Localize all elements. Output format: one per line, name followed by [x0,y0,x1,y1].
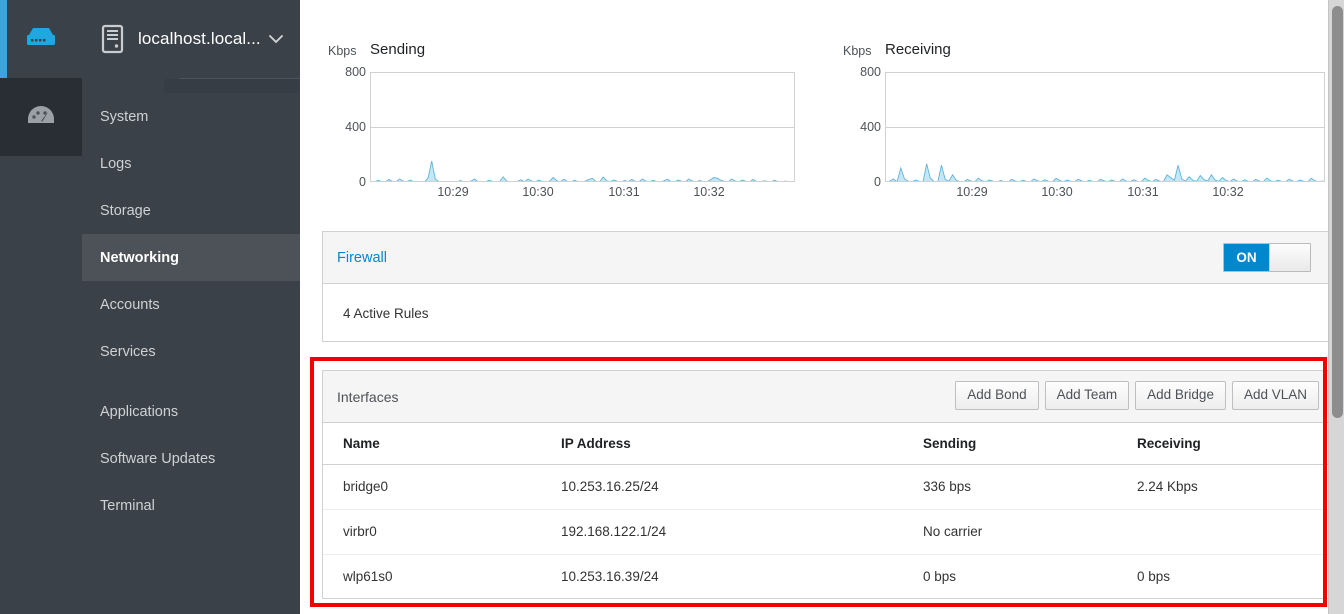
interfaces-panel-header: Interfaces Add Bond Add Team Add Bridge Add… [323,371,1331,423]
firewall-active-rules: 4 Active Rules [343,305,429,321]
cell-receiving: 2.24 Kbps [1117,464,1331,510]
table-row[interactable]: wlp61s0 10.253.16.39/24 0 bps 0 bps [323,555,1331,600]
sidebar-item-storage[interactable]: Storage [82,187,300,234]
add-team-button[interactable]: Add Team [1044,381,1130,411]
server-storage-icon [23,26,59,53]
ytick-0: 0 [874,175,881,189]
xtick-3: 10:32 [693,185,725,199]
sidebar-item-software-updates[interactable]: Software Updates [82,435,300,482]
cell-name: wlp61s0 [343,569,393,584]
sidebar-item-label: Networking [100,249,179,266]
cell-name: bridge0 [323,464,541,510]
firewall-panel: Firewall ON 4 Active Rules [322,231,1332,342]
sidebar: localhost.local... System Logs Storage Netw… [82,0,382,614]
interfaces-table: Name IP Address Sending Receiving bridge… [323,423,1331,599]
cell-ip: 192.168.122.1/24 [541,509,903,555]
ytick-400: 400 [345,120,366,134]
xtick-0: 10:29 [956,185,988,199]
xtick-3: 10:32 [1212,185,1244,199]
cell-sending: 0 bps [923,569,957,584]
interfaces-actions: Add Bond Add Team Add Bridge Add VLAN [955,381,1319,411]
chart-receiving-title: Receiving [885,41,951,58]
host-name-label: localhost.local... [138,29,261,48]
host-selector[interactable]: localhost.local... [82,0,300,78]
cell-sending: 336 bps [903,464,1117,510]
sidebar-item-system[interactable]: System [82,93,300,140]
cell-sending: No carrier [903,509,1117,555]
sidebar-item-logs[interactable]: Logs [82,140,300,187]
firewall-toggle-knob [1269,244,1310,271]
sidebar-item-networking[interactable]: Networking [82,234,300,281]
xtick-2: 10:31 [608,185,640,199]
firewall-link[interactable]: Firewall [337,250,387,266]
chart-sending: Kbps Sending 800 400 0 10:29 10:30 10:31… [322,32,817,212]
app-root: localhost.local... System Logs Storage Netw… [0,0,1344,614]
interfaces-title: Interfaces [337,388,399,405]
sidebar-item-label: Storage [100,202,151,219]
sidebar-item-label: Logs [100,155,132,172]
ytick-400: 400 [860,120,881,134]
chart-sending-sparkline [375,160,788,181]
network-charts: Kbps Sending 800 400 0 10:29 10:30 10:31… [322,32,1332,212]
scrollbar-thumb[interactable] [1332,6,1343,418]
brand-logo-button[interactable] [0,0,82,78]
dashboard-gauge-icon [25,103,57,132]
cell-ip: 10.253.16.39/24 [561,569,659,584]
chart-receiving-yaxis: 800 400 0 [837,32,881,192]
cell-receiving: 0 bps [1137,569,1171,584]
cell-receiving [1117,509,1331,555]
xtick-1: 10:30 [522,185,554,199]
firewall-toggle-on-label: ON [1224,244,1269,271]
add-bridge-button[interactable]: Add Bridge [1135,381,1226,411]
server-tower-icon [100,24,126,54]
firewall-toggle[interactable]: ON [1223,243,1311,272]
table-row[interactable]: virbr0 192.168.122.1/24 No carrier [323,509,1331,555]
ytick-800: 800 [345,65,366,79]
cell-ip: 10.253.16.25/24 [541,464,903,510]
sidebar-item-label: Services [100,343,156,360]
main-content: Kbps Sending 800 400 0 10:29 10:30 10:31… [300,0,1344,614]
chart-sending-plot [370,72,795,182]
chart-receiving: Kbps Receiving 800 400 0 10:29 10:30 10:… [837,32,1332,212]
column-header-receiving: Receiving [1117,423,1331,465]
chart-receiving-sparkline [888,163,1324,181]
sidebar-item-label: Terminal [100,497,155,514]
ytick-800: 800 [860,65,881,79]
sidebar-item-accounts[interactable]: Accounts [82,281,300,328]
sidebar-item-label: Accounts [100,296,160,313]
table-header-row: Name IP Address Sending Receiving [323,423,1331,465]
ytick-0: 0 [359,175,366,189]
icon-rail [0,0,82,614]
interfaces-panel: Interfaces Add Bond Add Team Add Bridge Add… [322,370,1332,599]
sidebar-nav: System Logs Storage Networking Accounts Servi… [82,93,300,529]
firewall-panel-header: Firewall ON [323,232,1331,284]
chart-receiving-plot [885,72,1325,182]
sidebar-item-terminal[interactable]: Terminal [82,482,300,529]
sidebar-item-label: Software Updates [100,450,216,467]
xtick-1: 10:30 [1041,185,1073,199]
column-header-name: Name [323,423,541,465]
rail-item-dashboard[interactable] [0,78,82,156]
chevron-down-icon [268,33,283,46]
chart-sending-title: Sending [370,41,426,58]
sidebar-item-applications[interactable]: Applications [82,388,300,435]
sidebar-item-label: Applications [100,403,179,420]
sidebar-item-services[interactable]: Services [82,328,300,375]
xtick-0: 10:29 [437,185,469,199]
column-header-ip: IP Address [541,423,903,465]
table-row[interactable]: bridge0 10.253.16.25/24 336 bps 2.24 Kbps [323,464,1331,510]
cell-name: virbr0 [323,509,541,555]
xtick-2: 10:31 [1127,185,1159,199]
sidebar-item-label: System [100,108,149,125]
interfaces-table-body: bridge0 10.253.16.25/24 336 bps 2.24 Kbps vi… [323,464,1331,600]
column-header-sending: Sending [903,423,1117,465]
chart-sending-yaxis: 800 400 0 [322,32,366,192]
vertical-scrollbar[interactable] [1328,0,1344,614]
add-vlan-button[interactable]: Add VLAN [1231,381,1319,411]
interfaces-table-head: Name IP Address Sending Receiving [323,423,1331,465]
add-bond-button[interactable]: Add Bond [955,381,1039,411]
